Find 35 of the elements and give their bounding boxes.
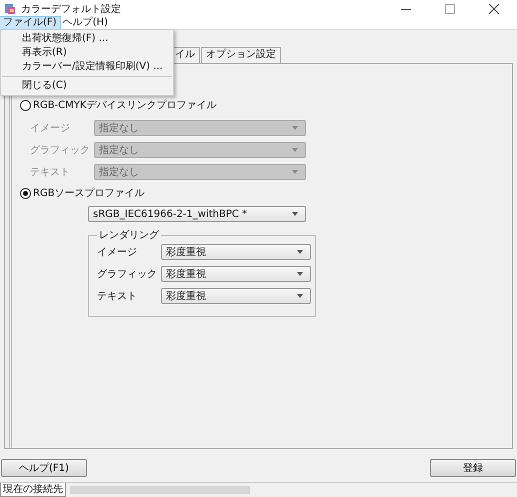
menu-item[interactable]: ファイル(F) — [0, 17, 60, 29]
radio-label: RGB-CMYKデバイスリンクプロファイル — [33, 98, 216, 112]
field-label: グラフィック — [97, 268, 158, 281]
dropdown[interactable]: 彩度重視 — [161, 244, 311, 260]
caret-icon — [292, 148, 298, 152]
group-title: レンダリング — [98, 229, 160, 242]
field-label: イメージ — [97, 246, 138, 259]
field-label: イメージ — [30, 122, 71, 135]
caret-icon — [292, 170, 298, 174]
menu-item[interactable]: 出荷状態復帰(F) ... — [1, 32, 173, 46]
tab[interactable]: オプション設定 — [201, 47, 281, 63]
caret-icon — [297, 294, 303, 298]
app-icon — [4, 2, 16, 14]
window-title: カラーデフォルト設定 — [21, 2, 121, 16]
caret-icon — [292, 212, 298, 216]
dropdown[interactable]: 彩度重視 — [161, 288, 311, 304]
dropdown[interactable]: 彩度重視 — [161, 266, 311, 282]
radio-label: RGBソースプロファイル — [33, 186, 145, 200]
field-label: テキスト — [97, 290, 138, 303]
menu-item[interactable]: 再表示(R) — [1, 46, 173, 60]
radio-button[interactable] — [20, 188, 31, 198]
menu-item[interactable]: ヘルプ(H) — [60, 17, 111, 29]
caret-icon — [292, 126, 298, 130]
dropdown[interactable]: sRGB_IEC61966-2-1_withBPC * — [88, 206, 306, 222]
status-label: 現在の接続先 — [0, 483, 66, 497]
register-button[interactable]: 登録 — [430, 459, 516, 477]
menu-item[interactable]: 閉じる(C) — [1, 79, 173, 93]
field-label: グラフィック — [30, 144, 91, 157]
menu-item[interactable]: カラーバー/設定情報印刷(V) ... — [1, 60, 173, 74]
radio-button[interactable] — [20, 100, 31, 110]
field-label: テキスト — [30, 166, 71, 179]
caret-icon — [297, 250, 303, 254]
help-button[interactable]: ヘルプ(F1) — [1, 459, 87, 477]
caret-icon — [297, 272, 303, 276]
close-icon[interactable] — [489, 4, 499, 14]
